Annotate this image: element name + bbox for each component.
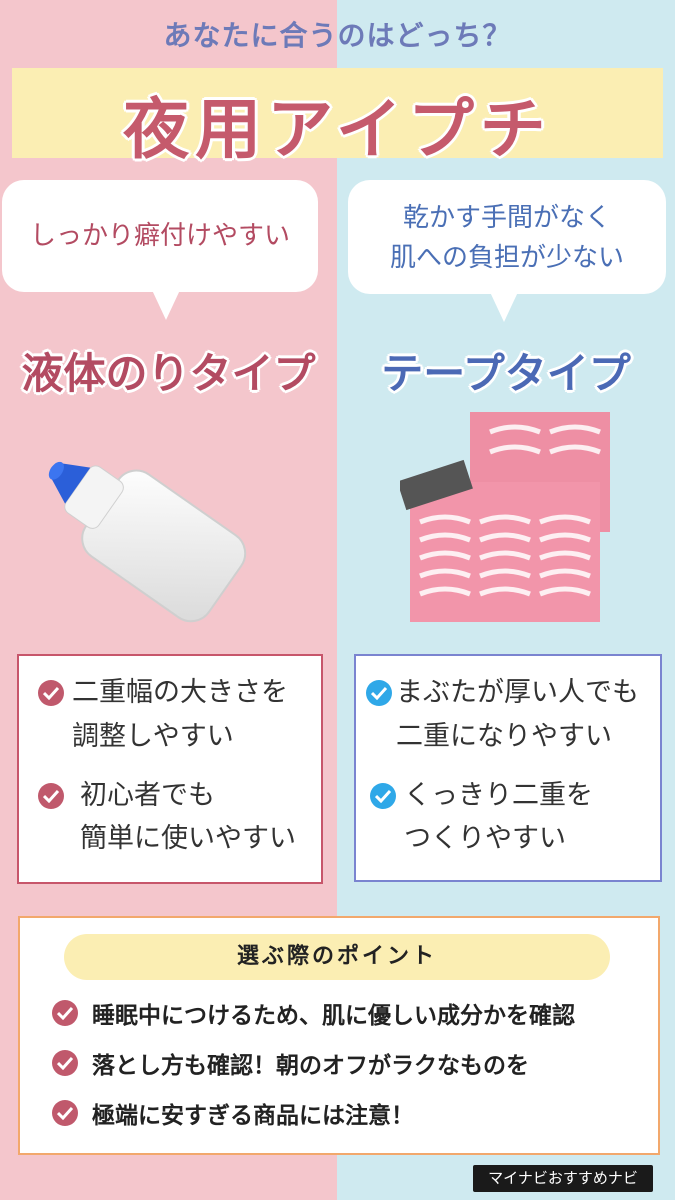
check-icon — [38, 783, 64, 809]
point-item: 睡眠中につけるため、肌に優しい成分かを確認 — [52, 996, 575, 1030]
feature-line: まぶたが厚い人でも — [396, 677, 639, 708]
feature-line: くっきり二重を — [404, 780, 593, 811]
bubble-tail — [152, 290, 180, 320]
tape-type-title: テープタイプ — [381, 349, 631, 398]
right-bubble-line1: 乾かす手間がなく — [402, 203, 611, 233]
right-bubble-line2: 肌への負担が少ない — [389, 243, 624, 273]
check-icon — [366, 680, 392, 706]
eye-tape-image — [400, 412, 610, 622]
feature-line: 簡単に使いやすい — [80, 823, 296, 854]
feature-line: 二重になりやすい — [396, 721, 612, 752]
bubble-tail — [490, 292, 518, 322]
left-bubble-text: しっかり癖付けやすい — [29, 221, 290, 251]
feature-line: 初心者でも — [80, 780, 215, 811]
point-item-text: 落とし方も確認！朝のオフがラクなものを — [92, 1053, 529, 1079]
check-icon — [370, 783, 396, 809]
feature-line: 調整しやすい — [72, 721, 234, 752]
brand-footer: マイナビおすすめナビ — [473, 1165, 653, 1192]
point-item-text: 睡眠中につけるため、肌に優しい成分かを確認 — [92, 1003, 575, 1029]
check-icon — [38, 680, 64, 706]
point-item: 極端に安すぎる商品には注意！ — [52, 1096, 414, 1130]
left-speech-bubble: しっかり癖付けやすい — [2, 180, 318, 320]
check-icon — [52, 1000, 78, 1026]
point-item-text: 極端に安すぎる商品には注意！ — [92, 1103, 414, 1129]
feature-line: 二重幅の大きさを — [72, 677, 288, 708]
liquid-type-title: 液体のりタイプ — [21, 349, 316, 398]
point-item: 落とし方も確認！朝のオフがラクなものを — [52, 1046, 529, 1080]
feature-line: つくりやすい — [404, 823, 566, 854]
check-icon — [52, 1100, 78, 1126]
right-bubble-text: 乾かす手間がなく 肌への負担が少ない — [348, 180, 666, 278]
page-title: 夜用アイプチ — [123, 91, 552, 168]
glue-bottle-image — [48, 461, 247, 623]
points-heading: 選ぶ際のポイント — [64, 934, 610, 980]
subtitle: あなたに合うのはどっち？ — [163, 19, 512, 52]
right-speech-bubble: 乾かす手間がなく 肌への負担が少ない — [348, 180, 666, 322]
check-icon — [52, 1050, 78, 1076]
